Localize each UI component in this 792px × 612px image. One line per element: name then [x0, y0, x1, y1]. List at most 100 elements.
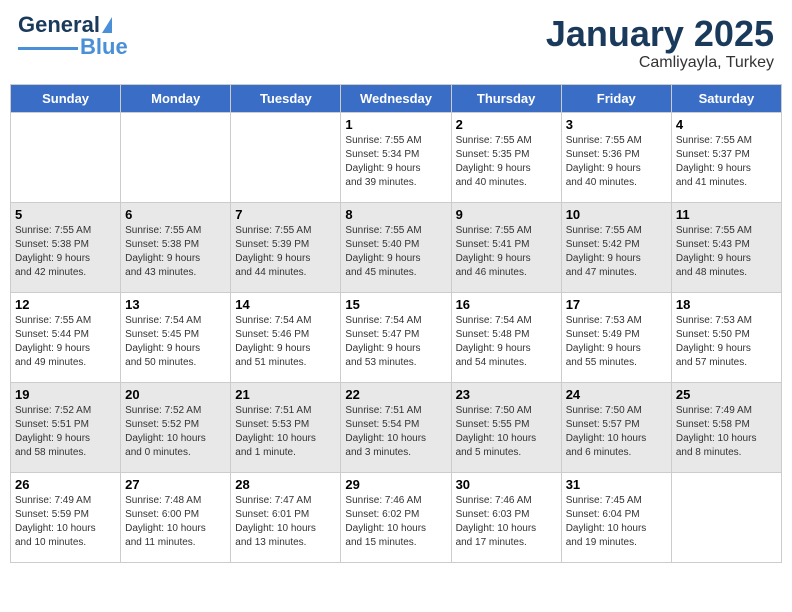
calendar-week-row: 26 Sunrise: 7:49 AM Sunset: 5:59 PM Dayli…	[11, 472, 782, 562]
day-info: Sunrise: 7:50 AM Sunset: 5:55 PM Dayligh…	[456, 404, 557, 460]
calendar-week-row: 5Sunrise: 7:55 AM Sunset: 5:38 PM Daylig…	[11, 202, 782, 292]
day-info: Sunrise: 7:55 AM Sunset: 5:36 PM Dayligh…	[566, 134, 667, 190]
calendar-table: SundayMondayTuesdayWednesdayThursdayFrid…	[10, 84, 782, 563]
calendar-week-row: 12 Sunrise: 7:55 AM Sunset: 5:44 PM Dayli…	[11, 292, 782, 382]
day-number: 22	[345, 387, 446, 402]
calendar-day-cell: 14Sunrise: 7:54 AM Sunset: 5:46 PM Dayli…	[231, 292, 341, 382]
day-info: Sunrise: 7:51 AM Sunset: 5:54 PM Dayligh…	[345, 404, 446, 460]
calendar-day-cell	[671, 472, 781, 562]
calendar-day-cell: 9 Sunrise: 7:55 AM Sunset: 5:41 PM Daylig…	[451, 202, 561, 292]
day-number: 10	[566, 207, 667, 222]
day-number: 17	[566, 297, 667, 312]
calendar-day-cell: 31Sunrise: 7:45 AM Sunset: 6:04 PM Dayli…	[561, 472, 671, 562]
day-of-week-header: Thursday	[451, 84, 561, 112]
day-number: 26	[15, 477, 116, 492]
day-of-week-header: Wednesday	[341, 84, 451, 112]
logo-general: General	[18, 14, 100, 36]
day-number: 27	[125, 477, 226, 492]
calendar-day-cell: 4 Sunrise: 7:55 AM Sunset: 5:37 PM Daylig…	[671, 112, 781, 202]
day-info: Sunrise: 7:54 AM Sunset: 5:46 PM Dayligh…	[235, 314, 336, 370]
day-number: 25	[676, 387, 777, 402]
calendar-day-cell: 29 Sunrise: 7:46 AM Sunset: 6:02 PM Dayli…	[341, 472, 451, 562]
day-number: 1	[345, 117, 446, 132]
day-info: Sunrise: 7:55 AM Sunset: 5:40 PM Dayligh…	[345, 224, 446, 280]
day-info: Sunrise: 7:55 AM Sunset: 5:42 PM Dayligh…	[566, 224, 667, 280]
day-of-week-header: Monday	[121, 84, 231, 112]
day-info: Sunrise: 7:55 AM Sunset: 5:34 PM Dayligh…	[345, 134, 446, 190]
calendar-day-cell: 21 Sunrise: 7:51 AM Sunset: 5:53 PM Dayli…	[231, 382, 341, 472]
day-number: 6	[125, 207, 226, 222]
day-number: 24	[566, 387, 667, 402]
day-info: Sunrise: 7:48 AM Sunset: 6:00 PM Dayligh…	[125, 494, 226, 550]
calendar-day-cell: 30 Sunrise: 7:46 AM Sunset: 6:03 PM Dayli…	[451, 472, 561, 562]
day-info: Sunrise: 7:55 AM Sunset: 5:43 PM Dayligh…	[676, 224, 777, 280]
calendar-day-cell: 13 Sunrise: 7:54 AM Sunset: 5:45 PM Dayli…	[121, 292, 231, 382]
calendar-week-row: 19 Sunrise: 7:52 AM Sunset: 5:51 PM Dayli…	[11, 382, 782, 472]
calendar-day-cell: 10 Sunrise: 7:55 AM Sunset: 5:42 PM Dayli…	[561, 202, 671, 292]
day-info: Sunrise: 7:55 AM Sunset: 5:37 PM Dayligh…	[676, 134, 777, 190]
calendar-day-cell: 24 Sunrise: 7:50 AM Sunset: 5:57 PM Dayli…	[561, 382, 671, 472]
day-info: Sunrise: 7:46 AM Sunset: 6:03 PM Dayligh…	[456, 494, 557, 550]
day-of-week-header: Tuesday	[231, 84, 341, 112]
day-number: 2	[456, 117, 557, 132]
day-info: Sunrise: 7:52 AM Sunset: 5:52 PM Dayligh…	[125, 404, 226, 460]
logo-line	[18, 47, 78, 50]
day-number: 19	[15, 387, 116, 402]
day-info: Sunrise: 7:50 AM Sunset: 5:57 PM Dayligh…	[566, 404, 667, 460]
day-of-week-header: Saturday	[671, 84, 781, 112]
calendar-day-cell: 17 Sunrise: 7:53 AM Sunset: 5:49 PM Dayli…	[561, 292, 671, 382]
calendar-day-cell: 18 Sunrise: 7:53 AM Sunset: 5:50 PM Dayli…	[671, 292, 781, 382]
day-of-week-header: Sunday	[11, 84, 121, 112]
calendar-day-cell: 12 Sunrise: 7:55 AM Sunset: 5:44 PM Dayli…	[11, 292, 121, 382]
day-number: 30	[456, 477, 557, 492]
calendar-week-row: 1 Sunrise: 7:55 AM Sunset: 5:34 PM Daylig…	[11, 112, 782, 202]
calendar-day-cell: 19 Sunrise: 7:52 AM Sunset: 5:51 PM Dayli…	[11, 382, 121, 472]
day-info: Sunrise: 7:55 AM Sunset: 5:41 PM Dayligh…	[456, 224, 557, 280]
month-title: January 2025	[546, 14, 774, 54]
day-number: 28	[235, 477, 336, 492]
day-info: Sunrise: 7:54 AM Sunset: 5:47 PM Dayligh…	[345, 314, 446, 370]
calendar-day-cell: 11 Sunrise: 7:55 AM Sunset: 5:43 PM Dayli…	[671, 202, 781, 292]
location: Camliyayla, Turkey	[546, 54, 774, 72]
day-info: Sunrise: 7:53 AM Sunset: 5:49 PM Dayligh…	[566, 314, 667, 370]
calendar-day-cell	[231, 112, 341, 202]
day-number: 11	[676, 207, 777, 222]
day-number: 21	[235, 387, 336, 402]
calendar-day-cell: 7Sunrise: 7:55 AM Sunset: 5:39 PM Daylig…	[231, 202, 341, 292]
calendar-day-cell: 20Sunrise: 7:52 AM Sunset: 5:52 PM Dayli…	[121, 382, 231, 472]
day-number: 13	[125, 297, 226, 312]
day-number: 3	[566, 117, 667, 132]
day-number: 16	[456, 297, 557, 312]
calendar-day-cell: 23 Sunrise: 7:50 AM Sunset: 5:55 PM Dayli…	[451, 382, 561, 472]
day-info: Sunrise: 7:49 AM Sunset: 5:59 PM Dayligh…	[15, 494, 116, 550]
day-number: 18	[676, 297, 777, 312]
day-info: Sunrise: 7:52 AM Sunset: 5:51 PM Dayligh…	[15, 404, 116, 460]
calendar-day-cell: 16Sunrise: 7:54 AM Sunset: 5:48 PM Dayli…	[451, 292, 561, 382]
title-block: January 2025 Camliyayla, Turkey	[546, 14, 774, 72]
day-number: 8	[345, 207, 446, 222]
logo: General Blue	[18, 14, 128, 58]
calendar-day-cell: 2 Sunrise: 7:55 AM Sunset: 5:35 PM Daylig…	[451, 112, 561, 202]
day-info: Sunrise: 7:46 AM Sunset: 6:02 PM Dayligh…	[345, 494, 446, 550]
calendar-day-cell: 28Sunrise: 7:47 AM Sunset: 6:01 PM Dayli…	[231, 472, 341, 562]
calendar-day-cell	[11, 112, 121, 202]
day-number: 23	[456, 387, 557, 402]
day-info: Sunrise: 7:55 AM Sunset: 5:35 PM Dayligh…	[456, 134, 557, 190]
day-of-week-header: Friday	[561, 84, 671, 112]
day-number: 29	[345, 477, 446, 492]
day-info: Sunrise: 7:51 AM Sunset: 5:53 PM Dayligh…	[235, 404, 336, 460]
day-info: Sunrise: 7:54 AM Sunset: 5:45 PM Dayligh…	[125, 314, 226, 370]
calendar-day-cell: 15Sunrise: 7:54 AM Sunset: 5:47 PM Dayli…	[341, 292, 451, 382]
page-header: General Blue January 2025 Camliyayla, Tu…	[10, 10, 782, 76]
day-number: 12	[15, 297, 116, 312]
day-info: Sunrise: 7:55 AM Sunset: 5:44 PM Dayligh…	[15, 314, 116, 370]
day-info: Sunrise: 7:53 AM Sunset: 5:50 PM Dayligh…	[676, 314, 777, 370]
calendar-day-cell: 22 Sunrise: 7:51 AM Sunset: 5:54 PM Dayli…	[341, 382, 451, 472]
day-number: 4	[676, 117, 777, 132]
calendar-day-cell: 27 Sunrise: 7:48 AM Sunset: 6:00 PM Dayli…	[121, 472, 231, 562]
day-info: Sunrise: 7:55 AM Sunset: 5:38 PM Dayligh…	[15, 224, 116, 280]
calendar-day-cell: 1 Sunrise: 7:55 AM Sunset: 5:34 PM Daylig…	[341, 112, 451, 202]
day-number: 9	[456, 207, 557, 222]
logo-triangle-icon	[102, 17, 112, 33]
calendar-day-cell	[121, 112, 231, 202]
